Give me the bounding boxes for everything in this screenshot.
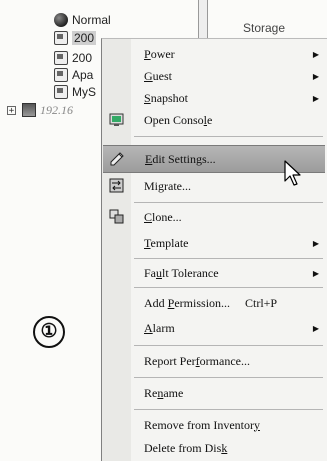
- tree-item-label: 192.16: [40, 102, 73, 117]
- menu-item-fault-tolerance[interactable]: Fault Tolerance ▶: [102, 260, 327, 286]
- shortcut-label: Ctrl+P: [245, 295, 278, 310]
- menu-item-delete-from-disk[interactable]: Delete from Disk: [102, 435, 327, 461]
- tree-item-label: MyS: [72, 85, 96, 99]
- tree-item-label: Normal: [72, 13, 111, 27]
- menu-separator: [134, 345, 323, 346]
- submenu-arrow-icon: ▶: [312, 323, 319, 333]
- menu-item-add-permission[interactable]: Add Permission... Ctrl+P: [102, 290, 327, 316]
- menu-item-alarm[interactable]: Alarm ▶: [102, 315, 327, 341]
- tree-item-vm-selected[interactable]: 200: [54, 30, 97, 46]
- console-icon: [109, 113, 124, 126]
- menu-item-clone[interactable]: Clone...: [102, 204, 327, 230]
- submenu-arrow-icon: ▶: [312, 268, 319, 278]
- menu-item-report-performance[interactable]: Report Performance...: [102, 348, 327, 374]
- clone-icon: [109, 209, 124, 224]
- tree-item-vm[interactable]: MyS: [54, 84, 96, 100]
- vm-icon: [54, 51, 68, 65]
- vm-icon: [54, 85, 68, 99]
- submenu-arrow-icon: ▶: [312, 49, 319, 59]
- globe-icon: [54, 13, 68, 27]
- menu-item-rename[interactable]: Rename: [102, 380, 327, 406]
- tree-item-label: Apa: [72, 68, 94, 82]
- context-menu: Power ▶ Guest ▶ Snapshot ▶ Open Console …: [101, 38, 327, 461]
- migrate-icon: [109, 178, 124, 193]
- tree-item-label: 200: [72, 31, 97, 45]
- menu-separator: [134, 202, 323, 203]
- menu-item-open-console[interactable]: Open Console: [102, 107, 327, 133]
- menu-separator: [134, 377, 323, 378]
- menu-item-template[interactable]: Template ▶: [102, 230, 327, 256]
- vm-icon: [54, 68, 68, 82]
- step-marker: ①: [33, 316, 65, 348]
- menu-separator: [134, 258, 323, 259]
- tree-item-normal[interactable]: Normal: [54, 12, 111, 28]
- submenu-arrow-icon: ▶: [312, 238, 319, 248]
- edit-settings-icon: [110, 152, 124, 166]
- tree-item-vm[interactable]: 200: [54, 50, 92, 66]
- vm-icon: [54, 31, 68, 45]
- mouse-pointer-icon: [284, 160, 301, 186]
- submenu-arrow-icon: ▶: [312, 71, 319, 81]
- tree-item-host[interactable]: + 192.16: [7, 102, 73, 118]
- submenu-arrow-icon: ▶: [312, 93, 319, 103]
- tree-item-vm[interactable]: Apa: [54, 67, 93, 83]
- storage-column-header[interactable]: Storage: [243, 21, 285, 35]
- menu-separator: [134, 287, 323, 288]
- menu-separator: [134, 136, 323, 137]
- tree-item-label: 200: [72, 51, 93, 65]
- expand-toggle[interactable]: +: [7, 105, 16, 115]
- host-icon: [22, 103, 36, 117]
- menu-separator: [134, 409, 323, 410]
